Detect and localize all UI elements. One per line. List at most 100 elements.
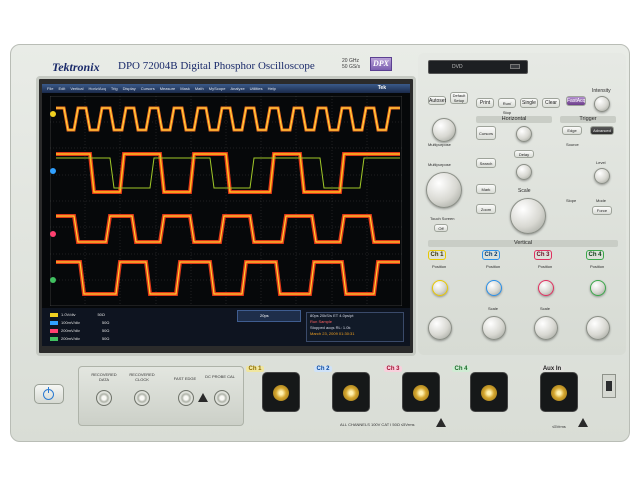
- trigger-level-knob[interactable]: [594, 168, 610, 184]
- ch3-input-connector[interactable]: [402, 372, 440, 412]
- horizontal-section-title: Horizontal: [476, 116, 552, 123]
- ch2-waveform: [56, 152, 400, 194]
- horizontal-scale-knob[interactable]: [510, 198, 546, 234]
- ch2-readout[interactable]: 100mV/div 50Ω: [50, 319, 140, 326]
- mark-button[interactable]: Mark: [476, 184, 496, 194]
- menu-vertical[interactable]: Vertical: [70, 86, 83, 91]
- mode-label: Mode: [596, 198, 607, 203]
- display-screen[interactable]: File Edit Vertical Horiz/Acq Trig Displa…: [42, 84, 410, 346]
- ch3-scale-label: Scale: [540, 306, 551, 311]
- menu-trig[interactable]: Trig: [111, 86, 118, 91]
- ch4-input-connector[interactable]: [470, 372, 508, 412]
- default-setup-button[interactable]: Default Setup: [450, 92, 468, 104]
- dvd-eject-button[interactable]: [510, 64, 520, 69]
- aux-in-connector[interactable]: [540, 372, 578, 412]
- input-warning-icon: [436, 418, 446, 427]
- fast-edge-label: FAST EDGE: [173, 376, 197, 381]
- ch1-marker: [50, 111, 56, 117]
- dc-probe-cal-connector[interactable]: [214, 390, 230, 406]
- recovered-clock-label: RECOVERED CLOCK: [129, 372, 155, 382]
- fastacq-button[interactable]: FastAcq: [566, 96, 586, 106]
- ch4-position-knob[interactable]: [590, 280, 606, 296]
- trigger-section-title: Trigger: [560, 116, 616, 123]
- ch1-scale-knob[interactable]: [428, 316, 452, 340]
- touch-screen-label: Touch Screen: [430, 216, 455, 221]
- ch3-position-knob[interactable]: [538, 280, 554, 296]
- fast-edge-connector[interactable]: [178, 390, 194, 406]
- run-stop-button[interactable]: Run/ Stop: [498, 98, 516, 115]
- menu-edit[interactable]: Edit: [58, 86, 65, 91]
- vertical-section-title: Vertical: [428, 240, 618, 247]
- ch4-scale-knob[interactable]: [586, 316, 610, 340]
- source-label: Source: [566, 142, 579, 147]
- ch1-input-label: Ch 1: [246, 366, 264, 372]
- recovered-clock-connector[interactable]: [134, 390, 150, 406]
- ch1-position-knob[interactable]: [432, 280, 448, 296]
- brand-logo: Tektronix: [52, 60, 100, 74]
- delay-button[interactable]: Delay: [514, 150, 534, 158]
- touch-off-button[interactable]: Off: [434, 224, 448, 232]
- menu-horiz-acq[interactable]: Horiz/Acq: [88, 86, 105, 91]
- multipurpose-b-knob[interactable]: [426, 172, 462, 208]
- ch2-scale-label: Scale: [488, 306, 499, 311]
- menu-display[interactable]: Display: [123, 86, 136, 91]
- ch4-input-label: Ch 4: [452, 366, 470, 372]
- ch2-position-label: Position: [486, 264, 501, 269]
- spec-label: 20 GHz 50 GS/s: [342, 58, 361, 70]
- recovered-data-connector[interactable]: [96, 390, 112, 406]
- menu-cursors[interactable]: Cursors: [141, 86, 155, 91]
- ch4-position-label: Position: [590, 264, 605, 269]
- zoom-button[interactable]: Zoom: [476, 204, 496, 214]
- usb-port[interactable]: [602, 374, 616, 398]
- ch3-scale-knob[interactable]: [534, 316, 558, 340]
- multipurpose-a-label: Multipurpose: [428, 142, 451, 147]
- cursors-button[interactable]: Cursors: [476, 126, 496, 140]
- ch2-button[interactable]: Ch 2: [482, 250, 500, 260]
- ch4-button[interactable]: Ch 4: [586, 250, 604, 260]
- menu-utilities[interactable]: Utilities: [250, 86, 263, 91]
- resolution-knob[interactable]: [516, 164, 532, 180]
- menu-measure[interactable]: Measure: [160, 86, 176, 91]
- ch1-input-connector[interactable]: [262, 372, 300, 412]
- ch2-marker: [50, 168, 56, 174]
- intensity-knob[interactable]: [594, 96, 610, 112]
- input-rating-note: ALL CHANNELS 100V CAT I 50Ω ≤5Vrms: [340, 422, 415, 427]
- multipurpose-a-knob[interactable]: [432, 118, 456, 142]
- clear-button[interactable]: Clear: [542, 98, 560, 108]
- single-button[interactable]: Single: [520, 98, 538, 108]
- ch3-readout[interactable]: 200mV/div 50Ω: [50, 327, 140, 334]
- menu-file[interactable]: File: [47, 86, 53, 91]
- autoset-button[interactable]: Autoset: [428, 96, 446, 105]
- ch1-readout[interactable]: 1.0V/div 50Ω: [50, 311, 140, 318]
- print-button[interactable]: Print: [476, 98, 494, 108]
- force-button[interactable]: Force: [592, 206, 612, 215]
- search-button[interactable]: Search: [476, 158, 496, 168]
- ch2-scale-knob[interactable]: [482, 316, 506, 340]
- aux-warning-icon: [578, 418, 588, 427]
- channel-markers: [50, 111, 56, 283]
- ch1-position-label: Position: [432, 264, 447, 269]
- ch2-position-knob[interactable]: [486, 280, 502, 296]
- level-label: Level: [596, 160, 606, 165]
- menu-help[interactable]: Help: [268, 86, 276, 91]
- ch4-waveform: [56, 260, 400, 296]
- acquisition-info[interactable]: 80ps 20kS/s ET 4.0ps/pt Run Sample Stopp…: [306, 312, 404, 342]
- ch3-marker: [50, 231, 56, 237]
- ch1-button[interactable]: Ch 1: [428, 250, 446, 260]
- menu-mask[interactable]: Mask: [180, 86, 190, 91]
- screen-menubar: File Edit Vertical Horiz/Acq Trig Displa…: [42, 84, 410, 93]
- recovered-data-label: RECOVERED DATA: [91, 372, 117, 382]
- timebase-readout[interactable]: 20ps: [237, 310, 301, 322]
- edge-button[interactable]: Edge: [562, 126, 582, 135]
- menu-analyze[interactable]: Analyze: [230, 86, 244, 91]
- ch4-marker: [50, 277, 56, 283]
- model-name: DPO 72004B Digital Phosphor Oscilloscope: [118, 60, 315, 72]
- advanced-button[interactable]: Advanced: [590, 126, 614, 135]
- menu-math[interactable]: Math: [195, 86, 204, 91]
- ch4-readout[interactable]: 200mV/div 50Ω: [50, 335, 140, 342]
- horizontal-position-knob[interactable]: [516, 126, 532, 142]
- menu-myscope[interactable]: MyScope: [209, 86, 226, 91]
- intensity-label: Intensity: [592, 88, 611, 94]
- ch3-button[interactable]: Ch 3: [534, 250, 552, 260]
- ch2-input-connector[interactable]: [332, 372, 370, 412]
